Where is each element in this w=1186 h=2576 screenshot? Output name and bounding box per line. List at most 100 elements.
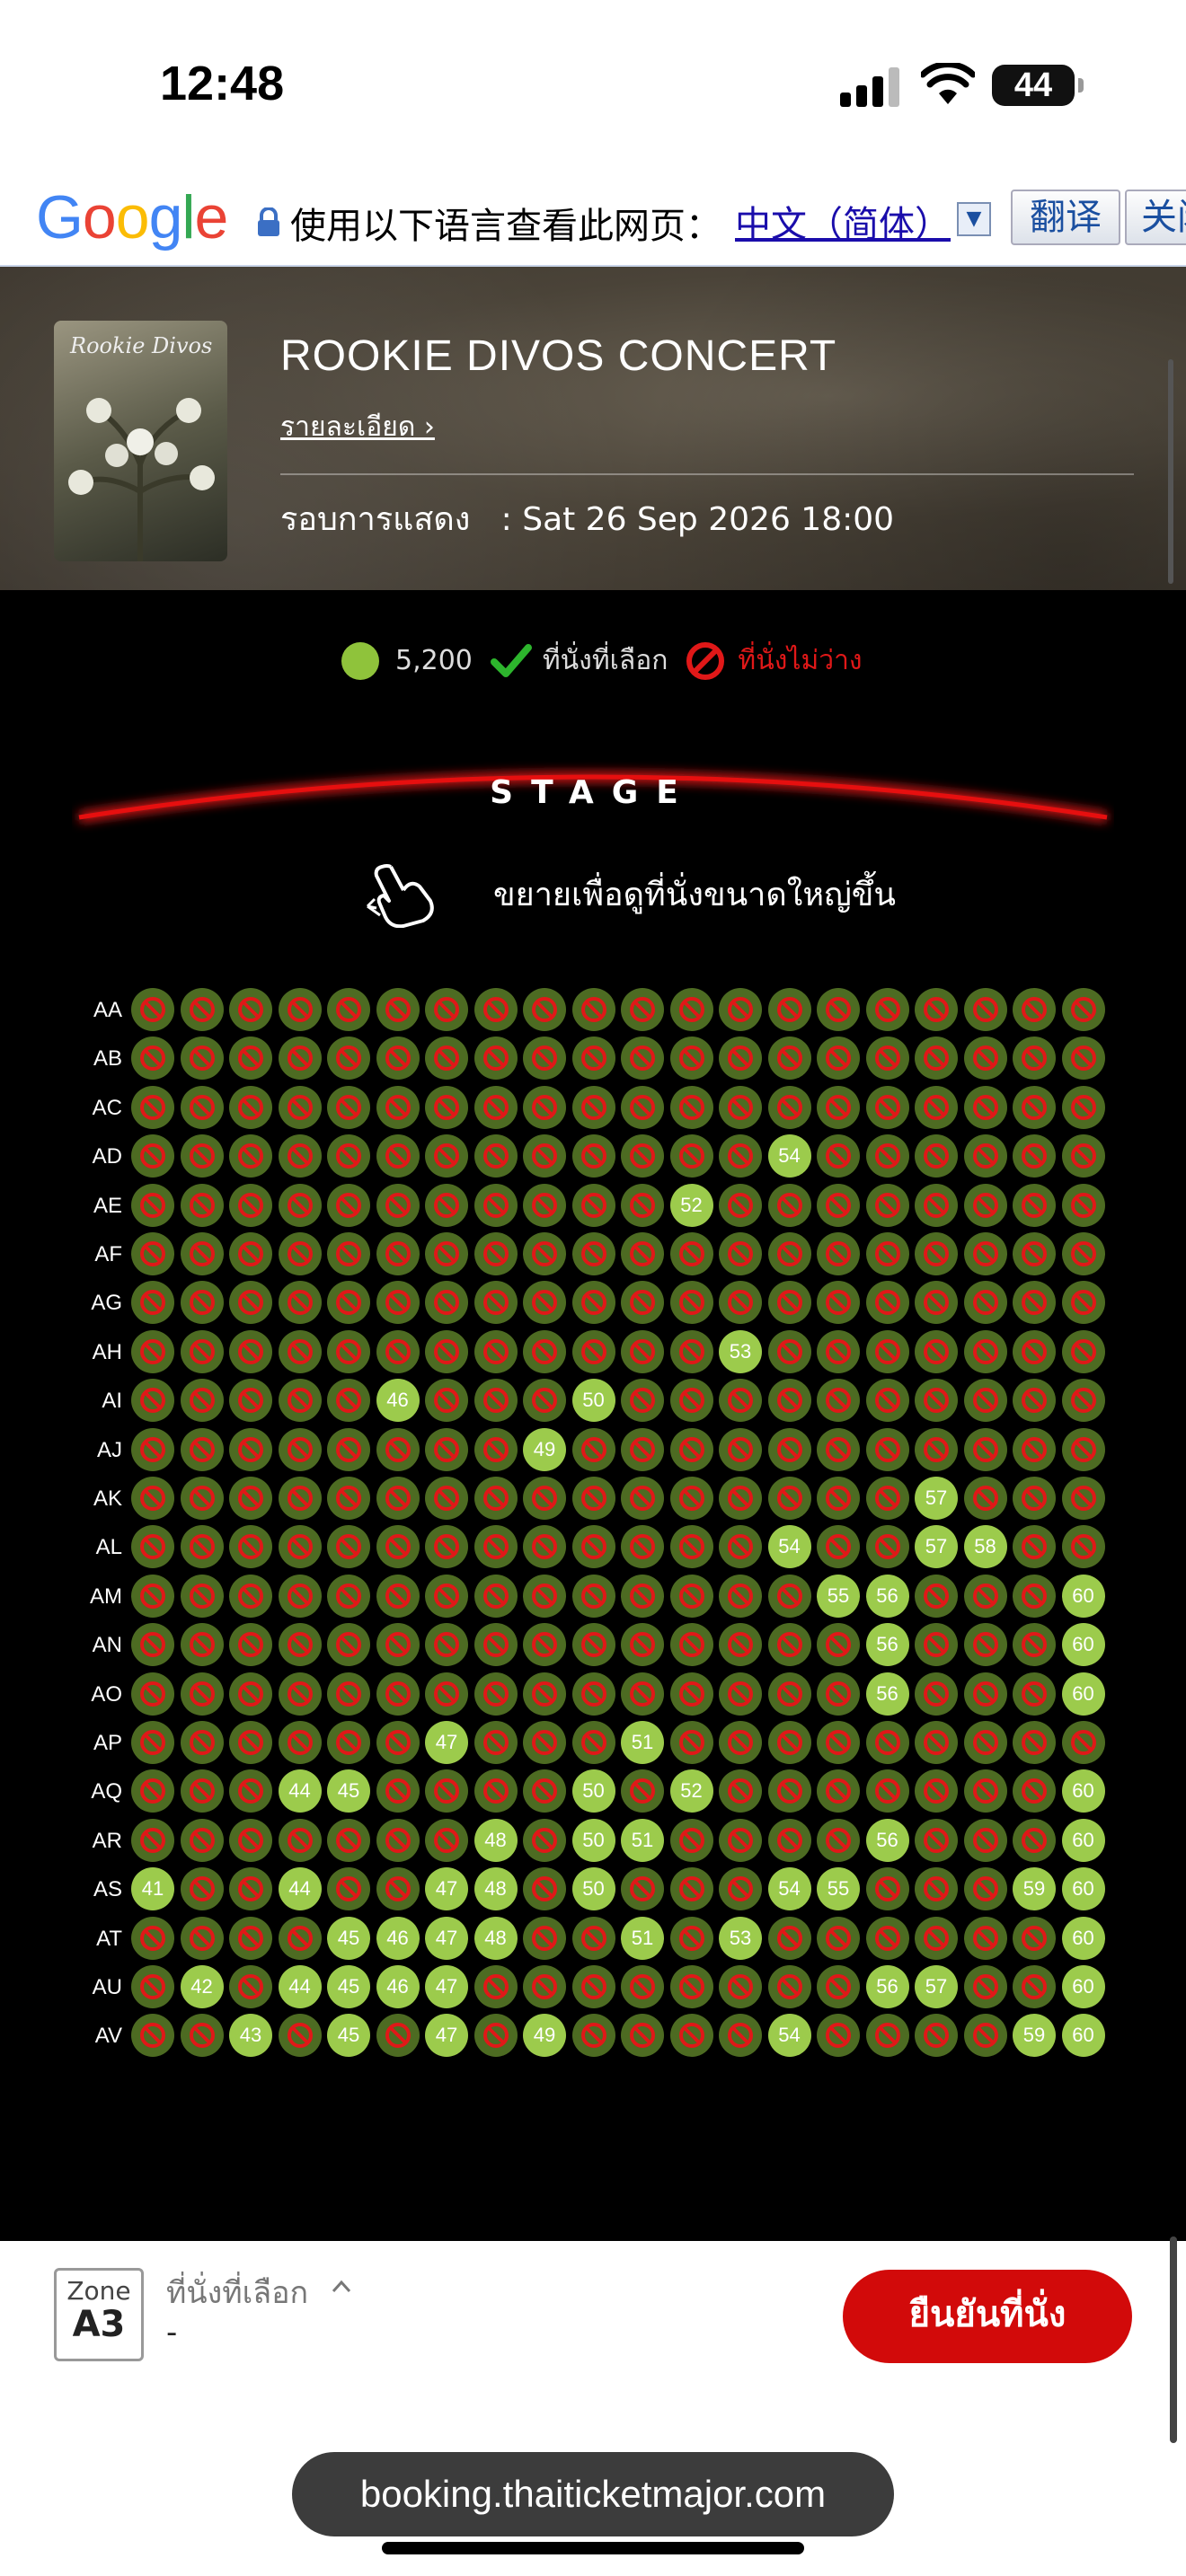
unavailable-seat (376, 1427, 420, 1471)
available-seat[interactable]: 56 (865, 1574, 909, 1618)
unavailable-seat (523, 1965, 566, 2008)
available-seat[interactable]: 44 (278, 1867, 322, 1911)
unavailable-seat (719, 1281, 762, 1325)
available-seat[interactable]: 47 (425, 1721, 468, 1764)
available-seat[interactable]: 53 (719, 1916, 762, 1960)
available-seat[interactable]: 44 (278, 1769, 322, 1813)
status-time: 12:48 (160, 57, 285, 110)
available-seat[interactable]: 56 (865, 1623, 909, 1667)
available-seat[interactable]: 57 (915, 1477, 958, 1520)
available-seat[interactable]: 52 (669, 1183, 713, 1227)
available-seat[interactable]: 45 (327, 2014, 370, 2058)
available-seat[interactable]: 47 (425, 1916, 468, 1960)
unavailable-seat (523, 1672, 566, 1716)
available-seat[interactable]: 60 (1061, 1916, 1105, 1960)
unavailable-seat (571, 1525, 615, 1569)
seat-row: AB (0, 1035, 1186, 1083)
available-seat[interactable]: 47 (425, 1965, 468, 2008)
translate-button[interactable]: 翻译 (1011, 190, 1120, 245)
available-seat[interactable]: 44 (278, 1965, 322, 2008)
available-seat[interactable]: 60 (1061, 1769, 1105, 1813)
available-seat[interactable]: 52 (669, 1769, 713, 1813)
available-seat[interactable]: 48 (474, 1916, 518, 1960)
available-seat[interactable]: 46 (376, 1916, 420, 1960)
unavailable-seat (767, 1721, 811, 1764)
unavailable-seat (865, 2014, 909, 2058)
available-seat[interactable]: 42 (180, 1965, 224, 2008)
unavailable-seat (229, 1427, 272, 1471)
row-label: AI (102, 1389, 122, 1414)
available-seat[interactable]: 57 (915, 1965, 958, 2008)
available-seat[interactable]: 53 (719, 1329, 762, 1373)
unavailable-seat (621, 1574, 664, 1618)
available-seat[interactable]: 59 (1013, 2014, 1056, 2058)
available-seat[interactable]: 46 (376, 1965, 420, 2008)
available-seat[interactable]: 60 (1061, 1623, 1105, 1667)
available-seat[interactable]: 55 (817, 1574, 860, 1618)
event-detail-link[interactable]: รายละเอียด › (280, 406, 435, 448)
selected-seats-label[interactable]: ที่นั่งที่เลือก (166, 2268, 308, 2316)
available-seat[interactable]: 60 (1061, 1818, 1105, 1862)
available-seat[interactable]: 41 (131, 1867, 174, 1911)
available-seat[interactable]: 60 (1061, 2014, 1105, 2058)
unavailable-seat (131, 1818, 174, 1862)
available-seat[interactable]: 48 (474, 1867, 518, 1911)
language-link[interactable]: 中文（简体） (735, 195, 951, 247)
available-seat[interactable]: 46 (376, 1379, 420, 1423)
unavailable-seat (278, 2014, 322, 2058)
unavailable-seat (817, 1037, 860, 1081)
available-seat[interactable]: 54 (767, 1867, 811, 1911)
available-seat[interactable]: 50 (571, 1818, 615, 1862)
unavailable-seat (278, 1134, 322, 1178)
available-seat[interactable]: 45 (327, 1916, 370, 1960)
available-seat[interactable]: 55 (817, 1867, 860, 1911)
available-seat[interactable]: 57 (915, 1525, 958, 1569)
unavailable-seat (131, 1037, 174, 1081)
available-seat[interactable]: 45 (327, 1769, 370, 1813)
available-seat[interactable]: 56 (865, 1818, 909, 1862)
unavailable-seat (669, 1477, 713, 1520)
available-seat[interactable]: 60 (1061, 1867, 1105, 1911)
available-seat[interactable]: 47 (425, 2014, 468, 2058)
available-seat[interactable]: 51 (621, 1916, 664, 1960)
unavailable-seat (278, 1085, 322, 1129)
available-seat[interactable]: 59 (1013, 1867, 1056, 1911)
available-seat[interactable]: 45 (327, 1965, 370, 2008)
available-seat[interactable]: 50 (571, 1769, 615, 1813)
url-bar[interactable]: booking.thaiticketmajor.com (292, 2452, 894, 2536)
available-seat[interactable]: 54 (767, 1134, 811, 1178)
unavailable-seat (327, 1477, 370, 1520)
unavailable-seat (278, 1721, 322, 1764)
confirm-seat-button[interactable]: ยืนยันที่นั่ง (843, 2270, 1132, 2363)
language-dropdown-button[interactable]: ▼ (957, 202, 991, 236)
available-seat[interactable]: 58 (963, 1525, 1007, 1569)
seat-row: AO 56 60 (0, 1671, 1186, 1719)
chevron-up-icon[interactable] (331, 2277, 352, 2295)
page-scrollbar[interactable] (1170, 2236, 1177, 2443)
available-seat[interactable]: 49 (523, 1427, 566, 1471)
available-seat[interactable]: 48 (474, 1818, 518, 1862)
close-translate-button[interactable]: 关闭 (1125, 190, 1186, 245)
unavailable-seat (767, 1623, 811, 1667)
unavailable-seat (719, 1818, 762, 1862)
available-seat[interactable]: 50 (571, 1867, 615, 1911)
available-seat[interactable]: 51 (621, 1818, 664, 1862)
unavailable-seat (1013, 1085, 1056, 1129)
available-seat[interactable]: 43 (229, 2014, 272, 2058)
available-seat[interactable]: 54 (767, 2014, 811, 2058)
available-seat[interactable]: 60 (1061, 1965, 1105, 2008)
available-seat[interactable]: 49 (523, 2014, 566, 2058)
unavailable-seat (131, 1721, 174, 1764)
unavailable-seat (376, 1329, 420, 1373)
available-seat[interactable]: 56 (865, 1965, 909, 2008)
available-seat[interactable]: 60 (1061, 1672, 1105, 1716)
unavailable-seat (1013, 1281, 1056, 1325)
available-seat[interactable]: 56 (865, 1672, 909, 1716)
available-seat[interactable]: 47 (425, 1867, 468, 1911)
not-available-icon (686, 641, 725, 680)
available-seat[interactable]: 60 (1061, 1574, 1105, 1618)
unavailable-seat (474, 1329, 518, 1373)
available-seat[interactable]: 51 (621, 1721, 664, 1764)
available-seat[interactable]: 54 (767, 1525, 811, 1569)
available-seat[interactable]: 50 (571, 1379, 615, 1423)
